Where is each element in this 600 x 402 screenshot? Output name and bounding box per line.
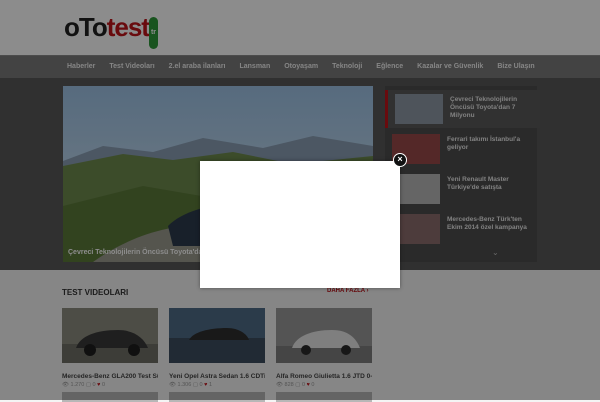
modal-dialog xyxy=(200,161,400,288)
close-icon[interactable]: × xyxy=(393,153,407,167)
